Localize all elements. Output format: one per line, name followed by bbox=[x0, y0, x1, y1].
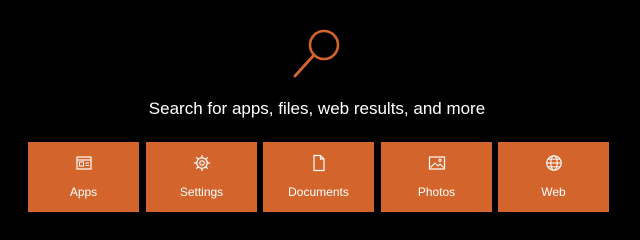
category-tile-label: Settings bbox=[179, 185, 224, 199]
category-tile-settings[interactable]: Settings bbox=[146, 142, 257, 212]
search-prompt-text: Search for apps, files, web results, and… bbox=[148, 99, 486, 118]
category-tile-apps[interactable]: Apps bbox=[28, 142, 139, 212]
globe-icon bbox=[545, 155, 562, 171]
gear-icon bbox=[193, 154, 210, 172]
apps-icon bbox=[75, 156, 92, 170]
category-tile-label: Documents bbox=[288, 185, 349, 199]
category-tiles: Apps Settings Documents Photos Web bbox=[28, 142, 610, 212]
category-tile-photos[interactable]: Photos bbox=[381, 142, 492, 212]
document-icon bbox=[312, 154, 325, 172]
category-tile-label: Photos bbox=[417, 185, 456, 199]
category-tile-label: Apps bbox=[69, 185, 98, 199]
photo-icon bbox=[428, 156, 445, 170]
category-tile-web[interactable]: Web bbox=[498, 142, 609, 212]
category-tile-documents[interactable]: Documents bbox=[263, 142, 374, 212]
search-icon bbox=[293, 29, 340, 78]
category-tile-label: Web bbox=[541, 185, 566, 199]
